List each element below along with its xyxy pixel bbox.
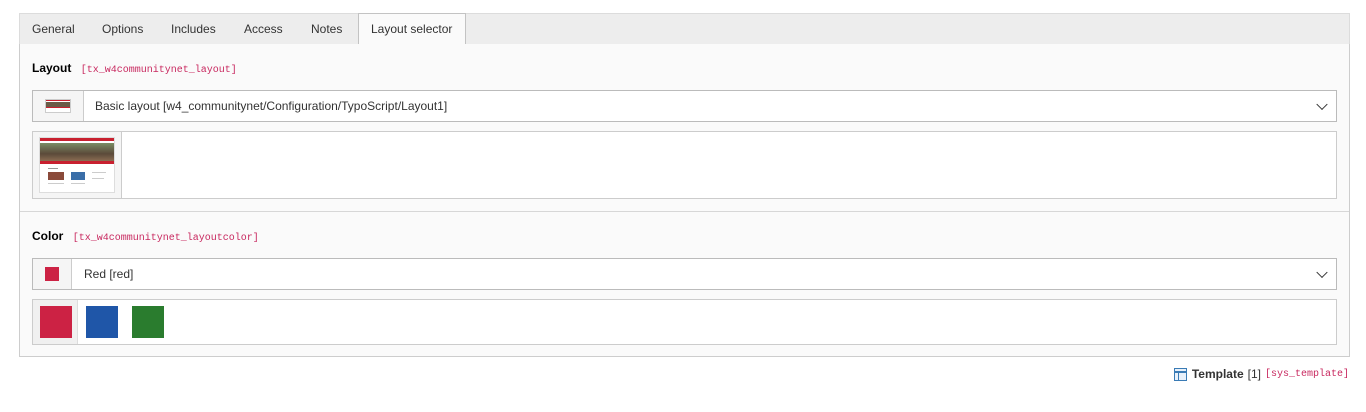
layout-preview-image [39, 137, 115, 193]
template-icon [1173, 367, 1187, 381]
layout-thumbnails [32, 131, 1337, 199]
color-label-text: Color [32, 229, 64, 243]
footer-table: [sys_template] [1264, 368, 1349, 380]
tab-access[interactable]: Access [232, 14, 299, 45]
tab-general[interactable]: General [20, 14, 90, 45]
color-option-blue[interactable] [86, 306, 118, 338]
tab-bar: General Options Includes Access Notes La… [19, 13, 1350, 46]
layout-select-value: Basic layout [w4_communitynet/Configurat… [95, 99, 448, 113]
layout-select-icon [33, 91, 84, 121]
color-option-green[interactable] [132, 306, 164, 338]
color-options [32, 299, 1337, 345]
footer-title: Template [1191, 367, 1244, 381]
record-footer: Template [1] [sys_template] [1173, 367, 1349, 381]
layout-label-text: Layout [32, 61, 72, 75]
color-select-value: Red [red] [84, 267, 134, 281]
tab-layout-selector[interactable]: Layout selector [358, 13, 466, 46]
tab-options[interactable]: Options [90, 14, 159, 45]
color-option-red[interactable] [40, 306, 72, 338]
layout-selector-panel: Layout [tx_w4communitynet_layout] Basic … [19, 44, 1350, 357]
layout-field-label: Layout [tx_w4communitynet_layout] [32, 61, 237, 76]
section-divider [20, 211, 1349, 212]
layout-option-basic[interactable] [33, 132, 122, 198]
color-field-label: Color [tx_w4communitynet_layoutcolor] [32, 229, 259, 244]
layout-thumbnail-icon [45, 99, 71, 113]
tab-notes[interactable]: Notes [299, 14, 358, 45]
layout-select[interactable]: Basic layout [w4_communitynet/Configurat… [32, 90, 1337, 122]
color-swatch-icon [45, 267, 59, 281]
color-select[interactable]: Red [red] [32, 258, 1337, 290]
chevron-down-icon [1316, 98, 1328, 111]
layout-field-code: [tx_w4communitynet_layout] [80, 65, 237, 76]
color-field-code: [tx_w4communitynet_layoutcolor] [72, 233, 259, 244]
chevron-down-icon [1316, 266, 1328, 279]
tab-includes[interactable]: Includes [159, 14, 232, 45]
footer-count: [1] [1247, 367, 1261, 381]
color-select-icon [33, 259, 72, 289]
